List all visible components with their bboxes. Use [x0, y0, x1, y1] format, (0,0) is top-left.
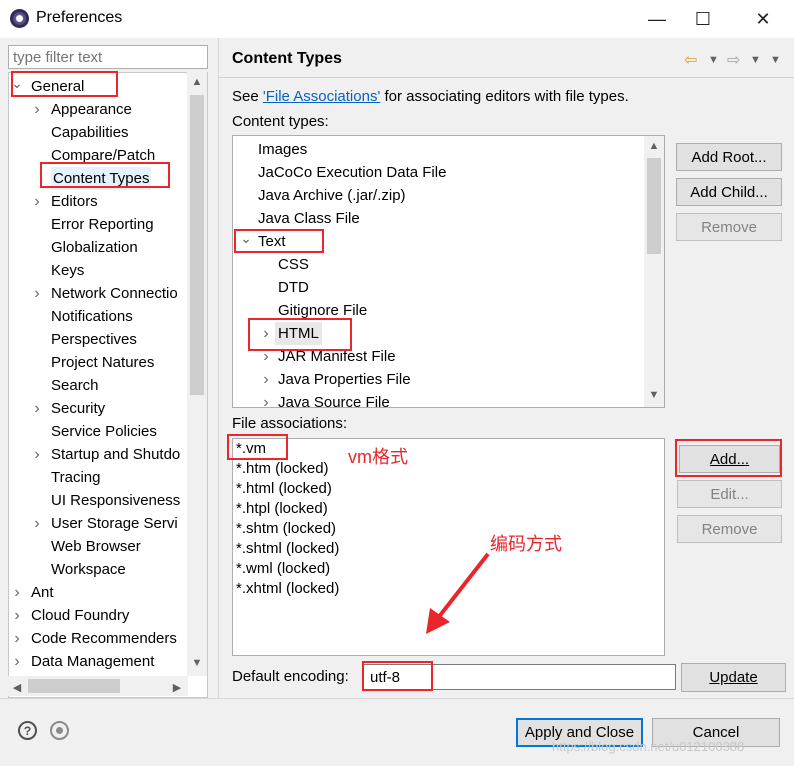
content-type-item[interactable]: Java Source File — [278, 391, 390, 407]
content-type-item[interactable]: Java Class File — [258, 207, 360, 230]
ct-scroll-thumb[interactable] — [647, 158, 661, 254]
tree-item-network-connectio[interactable]: Network Connectio — [51, 282, 178, 305]
header-divider — [219, 77, 794, 78]
file-association-item[interactable]: *.shtml (locked) — [236, 539, 339, 559]
ct-scroll-up-icon[interactable]: ▲ — [644, 140, 664, 152]
tree-item-data-management[interactable]: Data Management — [31, 650, 154, 673]
tree-item-code-recommenders[interactable]: Code Recommenders — [31, 627, 177, 650]
collapsed-chevron-icon[interactable]: › — [260, 391, 272, 407]
tree-item-ui-responsiveness[interactable]: UI Responsiveness — [51, 489, 180, 512]
tree-item-ant[interactable]: Ant — [31, 581, 54, 604]
eclipse-app-icon — [10, 9, 29, 28]
scroll-right-icon[interactable]: ▶ — [170, 681, 184, 694]
content-types-label: Content types: — [232, 113, 329, 130]
tree-item-appearance[interactable]: Appearance — [51, 98, 132, 121]
tree-item-workspace[interactable]: Workspace — [51, 558, 126, 581]
file-associations-link[interactable]: 'File Associations' — [263, 88, 380, 105]
collapsed-chevron-icon[interactable]: › — [31, 190, 43, 213]
tree-item-web-browser[interactable]: Web Browser — [51, 535, 141, 558]
encoding-method-annotation: 编码方式 — [490, 534, 562, 554]
collapsed-chevron-icon[interactable]: › — [11, 581, 23, 604]
back-menu-chevron-icon[interactable]: ▼ — [708, 54, 719, 66]
content-type-item[interactable]: DTD — [278, 276, 309, 299]
tree-item-search[interactable]: Search — [51, 374, 99, 397]
vm-format-annotation: vm格式 — [348, 447, 408, 467]
minimize-icon[interactable]: — — [634, 0, 680, 38]
file-association-item[interactable]: *.htm (locked) — [236, 459, 329, 479]
window-title: Preferences — [36, 9, 123, 26]
tree-scroll-thumb[interactable] — [190, 95, 204, 395]
default-encoding-label: Default encoding: — [232, 668, 349, 685]
file-association-item[interactable]: *.html (locked) — [236, 479, 332, 499]
maximize-icon[interactable]: ☐ — [680, 0, 726, 38]
collapsed-chevron-icon[interactable]: › — [31, 98, 43, 121]
file-associations-label: File associations: — [232, 415, 348, 432]
content-types-tree[interactable]: Images JaCoCo Execution Data File Java Arc… — [232, 135, 665, 408]
tree-item-security[interactable]: Security — [51, 397, 105, 420]
file-association-item[interactable]: *.htpl (locked) — [236, 499, 328, 519]
import-export-icon[interactable] — [50, 721, 69, 740]
content-type-item[interactable]: Java Archive (.jar/.zip) — [258, 184, 406, 207]
ct-scroll-down-icon[interactable]: ▼ — [644, 389, 664, 401]
help-icon[interactable]: ? — [18, 721, 37, 740]
close-icon[interactable]: ✕ — [740, 0, 786, 38]
collapsed-chevron-icon[interactable]: › — [31, 282, 43, 305]
collapsed-chevron-icon[interactable]: › — [31, 443, 43, 466]
add-root-button[interactable]: Add Root... — [676, 143, 782, 171]
content-type-item[interactable]: Java Properties File — [278, 368, 411, 391]
tree-item-error-reporting[interactable]: Error Reporting — [51, 213, 154, 236]
encoding-highlight-box — [362, 661, 433, 691]
content-type-item[interactable]: JaCoCo Execution Data File — [258, 161, 446, 184]
forward-arrow-icon[interactable]: ⇨ — [727, 50, 740, 70]
file-association-item[interactable]: *.shtm (locked) — [236, 519, 336, 539]
tree-item-globalization[interactable]: Globalization — [51, 236, 138, 259]
forward-menu-chevron-icon[interactable]: ▼ — [750, 54, 761, 66]
general-highlight-box — [11, 71, 118, 97]
collapsed-chevron-icon[interactable]: › — [11, 627, 23, 650]
annotation-arrow — [426, 552, 490, 634]
collapsed-chevron-icon[interactable]: › — [31, 397, 43, 420]
filter-input[interactable] — [8, 45, 208, 69]
tree-item-user-storage-servi[interactable]: User Storage Servi — [51, 512, 178, 535]
collapsed-chevron-icon[interactable]: › — [31, 512, 43, 535]
content-types-highlight-box — [40, 162, 170, 188]
see-text: See 'File Associations' for associating … — [232, 88, 629, 105]
collapsed-chevron-icon[interactable]: › — [11, 604, 23, 627]
dot-icon — [56, 727, 63, 734]
view-menu-icon[interactable]: ▼ — [770, 54, 781, 66]
collapsed-chevron-icon[interactable]: › — [260, 368, 272, 391]
html-highlight-box — [248, 318, 352, 351]
text-highlight-box — [234, 229, 324, 253]
file-association-item[interactable]: *.wml (locked) — [236, 559, 330, 579]
update-button[interactable]: Update — [681, 663, 786, 692]
tree-item-service-policies[interactable]: Service Policies — [51, 420, 157, 443]
tree-item-cloud-foundry[interactable]: Cloud Foundry — [31, 604, 129, 627]
tree-item-editors[interactable]: Editors — [51, 190, 98, 213]
file-association-item[interactable]: *.xhtml (locked) — [236, 579, 339, 599]
remove-content-type-button[interactable]: Remove — [676, 213, 782, 241]
collapsed-chevron-icon[interactable]: › — [11, 650, 23, 673]
tree-item-perspectives[interactable]: Perspectives — [51, 328, 137, 351]
remove-association-button[interactable]: Remove — [677, 515, 782, 543]
scroll-up-icon[interactable]: ▲ — [187, 76, 207, 88]
add-child-button[interactable]: Add Child... — [676, 178, 782, 206]
tree-item-project-natures[interactable]: Project Natures — [51, 351, 154, 374]
scroll-left-icon[interactable]: ◀ — [10, 681, 24, 694]
content-type-item[interactable]: CSS — [278, 253, 309, 276]
content-type-item[interactable]: Images — [258, 138, 307, 161]
tree-item-capabilities[interactable]: Capabilities — [51, 121, 129, 144]
tree-item-notifications[interactable]: Notifications — [51, 305, 133, 328]
watermark: https://blog.csdn.net/u012100388 — [552, 739, 745, 754]
scroll-down-icon[interactable]: ▼ — [187, 657, 207, 669]
vm-highlight-box — [227, 434, 288, 460]
tree-hscroll-thumb[interactable] — [28, 679, 120, 693]
tree-item-startup-and-shutdo[interactable]: Startup and Shutdo — [51, 443, 180, 466]
back-arrow-icon[interactable]: ⇦ — [684, 50, 697, 70]
tree-item-tracing[interactable]: Tracing — [51, 466, 100, 489]
page-title: Content Types — [232, 50, 342, 67]
edit-association-button[interactable]: Edit... — [677, 480, 782, 508]
add-highlight-box — [675, 439, 782, 477]
tree-item-keys[interactable]: Keys — [51, 259, 84, 282]
bottom-divider — [0, 698, 794, 699]
